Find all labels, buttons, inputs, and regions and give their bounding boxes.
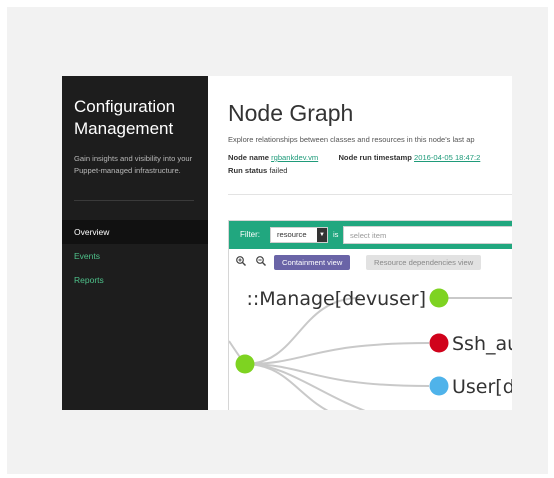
run-status-row: Run status failed bbox=[228, 166, 288, 175]
node-graph: ::Manage[devuser] Ssh_au User[d bbox=[228, 271, 512, 410]
page-subtitle: Explore relationships between classes an… bbox=[228, 135, 475, 144]
graph-edge-lower-1 bbox=[244, 363, 329, 410]
sidebar-nav: Overview Events Reports bbox=[62, 220, 208, 292]
graph-node-label-manage: ::Manage[devuser] bbox=[246, 288, 426, 310]
sidebar-item-events[interactable]: Events bbox=[62, 244, 208, 268]
node-name-link[interactable]: rgbankdev.vm bbox=[271, 153, 318, 162]
sidebar-item-overview[interactable]: Overview bbox=[62, 220, 208, 244]
sidebar-item-reports[interactable]: Reports bbox=[62, 268, 208, 292]
filter-bar: Filter: resource ▼ is bbox=[229, 221, 512, 249]
graph-panel: Filter: resource ▼ is select item Contai… bbox=[228, 220, 512, 410]
node-name-label: Node name bbox=[228, 153, 269, 162]
filter-type-select[interactable]: resource ▼ bbox=[270, 227, 328, 243]
resource-dependencies-view-button[interactable]: Resource dependencies view bbox=[366, 255, 482, 270]
chevron-down-icon: ▼ bbox=[317, 228, 327, 242]
main-content: Node Graph Explore relationships between… bbox=[208, 76, 512, 410]
run-status-label: Run status bbox=[228, 166, 268, 175]
graph-node-manage[interactable] bbox=[429, 288, 449, 308]
graph-edge-ssh bbox=[244, 342, 430, 365]
run-timestamp-label: Node run timestamp bbox=[338, 153, 412, 162]
content-divider bbox=[228, 194, 512, 195]
sidebar-divider bbox=[74, 200, 194, 201]
graph-root-node[interactable] bbox=[235, 354, 255, 374]
sidebar-description: Gain insights and visibility into your P… bbox=[74, 154, 193, 175]
graph-toolbar: Containment view Resource dependencies v… bbox=[229, 249, 512, 271]
node-meta-row: Node name rgbankdev.vm Node run timestam… bbox=[228, 153, 480, 162]
graph-node-user[interactable] bbox=[429, 376, 449, 396]
zoom-in-icon[interactable] bbox=[235, 254, 247, 266]
run-timestamp-link[interactable]: 2016-04-05 18:47:2 bbox=[414, 153, 480, 162]
app-window: Configuration Management Gain insights a… bbox=[62, 76, 512, 410]
run-status-value: failed bbox=[269, 166, 288, 175]
sidebar-title-line1: Configuration bbox=[74, 97, 176, 116]
filter-type-value: resource bbox=[277, 230, 307, 239]
node-graph-canvas: ::Manage[devuser] Ssh_au User[d bbox=[228, 288, 512, 410]
sidebar: Configuration Management Gain insights a… bbox=[62, 76, 208, 410]
zoom-out-icon[interactable] bbox=[255, 254, 267, 266]
graph-edge-lower-2 bbox=[244, 363, 366, 410]
filter-label: Filter: bbox=[240, 230, 260, 239]
filter-is-label: is bbox=[333, 230, 339, 239]
containment-view-button[interactable]: Containment view bbox=[274, 255, 351, 270]
graph-node-label-user: User[d bbox=[452, 376, 512, 398]
graph-node-label-ssh: Ssh_au bbox=[452, 333, 512, 355]
filter-item-input[interactable] bbox=[343, 226, 512, 244]
sidebar-title: Configuration Management bbox=[74, 96, 204, 140]
sidebar-title-line2: Management bbox=[74, 119, 174, 138]
page-title: Node Graph bbox=[228, 100, 354, 126]
graph-node-ssh[interactable] bbox=[429, 333, 449, 353]
